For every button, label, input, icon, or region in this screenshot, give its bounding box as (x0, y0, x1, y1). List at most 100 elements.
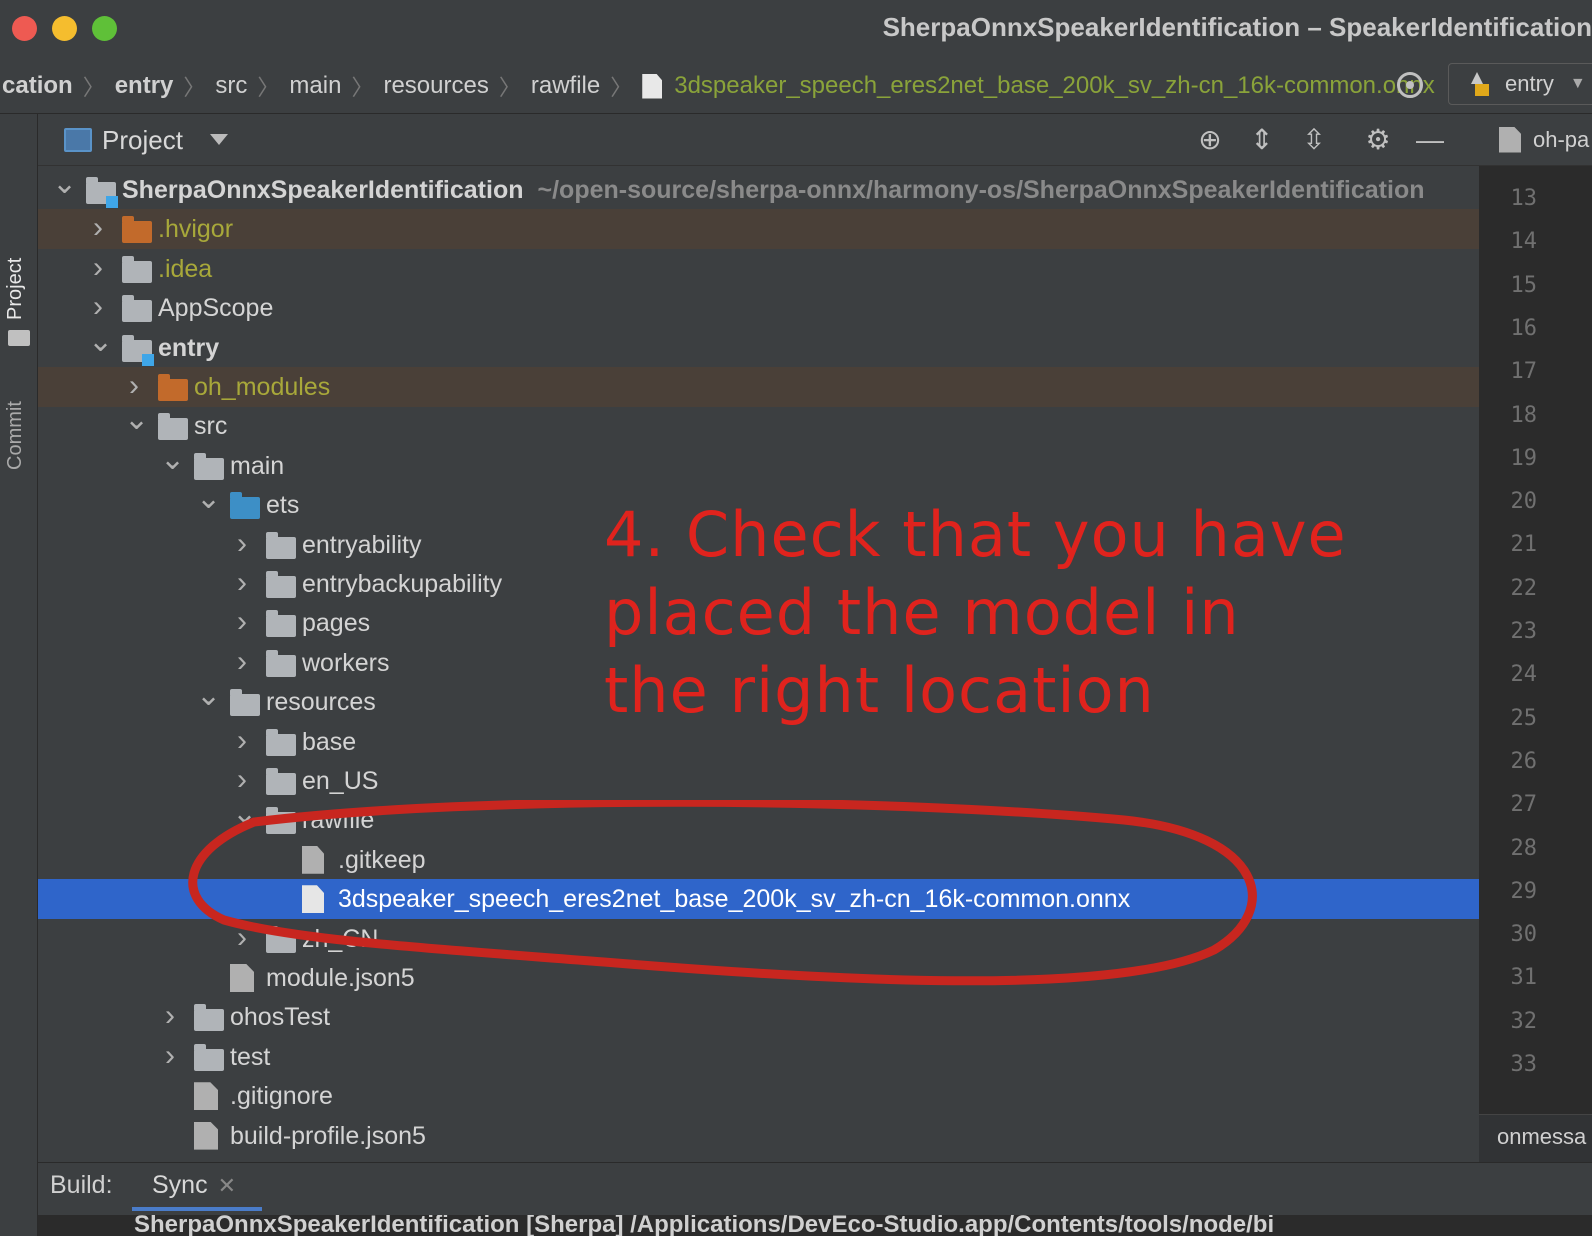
source-folder-icon (230, 492, 260, 520)
chevron-right-icon[interactable]: › (232, 607, 252, 637)
chevron-right-icon: 〉 (351, 75, 374, 100)
build-tab-label: Sync (152, 1171, 208, 1199)
chevron-down-icon[interactable] (210, 134, 228, 145)
chevron-right-icon[interactable]: › (160, 1001, 180, 1031)
breadcrumb-item[interactable]: rawfile (525, 72, 606, 100)
left-tool-strip: Project Commit (0, 114, 38, 1236)
excluded-folder-icon (158, 374, 188, 401)
navigation-bar: cation 〉 entry 〉 src 〉 main 〉 resources 〉 raw… (0, 56, 1592, 114)
chevron-right-icon: 〉 (82, 75, 105, 100)
tree-item[interactable]: ⌄ src (38, 405, 1479, 446)
editor-area: oh-pa 13 14 15 16 17 18 19 20 21 22 23 24 25 26 27 28 29… (1479, 114, 1592, 1162)
chevron-right-icon[interactable]: › (160, 1040, 180, 1070)
tree-item[interactable]: › AppScope (38, 288, 1479, 328)
tree-item[interactable]: module.json5 (38, 958, 1479, 998)
tree-item[interactable]: › oh_modules (38, 367, 1479, 407)
line-number: 21 (1510, 532, 1538, 558)
breadcrumb-item[interactable]: entry (109, 72, 180, 100)
breadcrumb-file[interactable]: 3dspeaker_speech_eres2net_base_200k_sv_z… (636, 72, 1441, 100)
json-file-icon (230, 964, 254, 992)
tree-item[interactable]: ⌄ SherpaOnnxSpeakerIdentification ~/open-s… (38, 169, 1479, 210)
tree-item[interactable]: .gitkeep (38, 840, 1479, 880)
chevron-right-icon[interactable]: › (232, 725, 252, 755)
tool-tab-commit[interactable]: Commit (4, 401, 27, 470)
gitignore-file-icon (194, 1082, 218, 1111)
tree-item[interactable]: › .idea (38, 249, 1479, 289)
folder-icon (194, 1043, 224, 1071)
file-icon (302, 885, 324, 914)
chevron-right-icon[interactable]: › (232, 765, 252, 795)
hide-panel-icon[interactable]: — (1414, 124, 1446, 156)
tree-item[interactable]: ⌄ rawfile (38, 799, 1479, 840)
chevron-down-icon[interactable]: ⌄ (124, 405, 149, 435)
minimize-window-button[interactable] (52, 16, 77, 41)
chevron-right-icon[interactable]: › (232, 646, 252, 676)
breadcrumb-file-label: 3dspeaker_speech_eres2net_base_200k_sv_z… (674, 72, 1435, 99)
close-icon[interactable]: ✕ (218, 1173, 236, 1198)
folder-icon (194, 452, 224, 480)
line-number: 24 (1510, 662, 1538, 688)
chevron-down-icon[interactable]: ⌄ (196, 681, 221, 711)
chevron-right-icon[interactable]: › (232, 568, 252, 598)
tree-item[interactable]: build-profile.json5 (38, 1116, 1479, 1156)
gear-icon[interactable]: ⚙ (1362, 124, 1394, 156)
tree-item[interactable]: .gitignore (38, 1076, 1479, 1116)
chevron-right-icon: 〉 (610, 75, 633, 100)
chevron-right-icon[interactable]: › (88, 292, 108, 322)
tree-item-label: .hvigor (158, 215, 234, 244)
build-tool-window: Build: Sync ✕ SherpaOnnxSpeakerIdentifica… (38, 1162, 1592, 1236)
chevron-down-icon[interactable]: ⌄ (52, 169, 77, 199)
chevron-down-icon[interactable]: ⌄ (196, 484, 221, 514)
tree-item-label: module.json5 (266, 964, 415, 992)
tree-item[interactable]: 3dspeaker_speech_eres2net_base_200k_sv_z… (38, 879, 1479, 920)
breadcrumb-item[interactable]: main (283, 72, 347, 100)
chevron-right-icon: 〉 (498, 75, 521, 100)
tree-item[interactable]: › test (38, 1037, 1479, 1077)
tool-tab-project[interactable]: Project (4, 258, 27, 320)
close-window-button[interactable] (12, 16, 37, 41)
title-bar: SherpaOnnxSpeakerIdentification – Speake… (0, 0, 1592, 56)
line-number: 17 (1510, 359, 1538, 385)
tree-item[interactable]: › zh_CN (38, 919, 1479, 959)
editor-tab[interactable]: oh-pa (1479, 114, 1592, 166)
line-number: 15 (1510, 272, 1538, 298)
project-view-title[interactable]: Project (102, 125, 183, 156)
chevron-right-icon[interactable]: › (124, 371, 144, 401)
breadcrumb-item[interactable]: cation (0, 72, 79, 100)
expand-all-icon[interactable]: ⇕ (1246, 124, 1278, 156)
tree-item[interactable]: › en_US (38, 761, 1479, 801)
chevron-right-icon[interactable]: › (88, 252, 108, 282)
line-number: 23 (1510, 619, 1538, 644)
tree-item[interactable]: › ohosTest (38, 997, 1479, 1037)
chevron-right-icon[interactable]: › (232, 528, 252, 558)
folder-icon (8, 330, 30, 346)
build-tab-sync[interactable]: Sync ✕ (152, 1171, 236, 1200)
zoom-window-button[interactable] (92, 16, 117, 41)
chevron-right-icon[interactable]: › (232, 922, 252, 952)
line-number: 16 (1510, 315, 1538, 341)
text-file-icon (302, 845, 324, 874)
collapse-all-icon[interactable]: ⇳ (1298, 124, 1330, 156)
editor-breadcrumb[interactable]: onmessa (1479, 1114, 1592, 1162)
tree-item[interactable]: ⌄ entry (38, 326, 1479, 368)
annotation-text: 4. Check that you have placed the model … (604, 498, 1347, 727)
tree-item[interactable]: ⌄ main (38, 444, 1479, 486)
tree-item[interactable]: › .hvigor (38, 209, 1479, 250)
locate-target-icon[interactable] (1397, 72, 1423, 98)
tree-item-label: base (302, 727, 357, 756)
breadcrumb-item[interactable]: src (209, 72, 253, 100)
line-number: 22 (1510, 575, 1538, 601)
run-config-selector[interactable]: entry ▼ (1448, 63, 1592, 105)
chevron-down-icon[interactable]: ⌄ (88, 326, 113, 356)
breadcrumb: cation 〉 entry 〉 src 〉 main 〉 resources 〉 raw… (0, 70, 1441, 102)
chevron-down-icon[interactable]: ⌄ (160, 444, 185, 474)
breadcrumb-item[interactable]: resources (377, 72, 494, 100)
select-opened-file-icon[interactable]: ⊕ (1194, 124, 1226, 156)
chevron-down-icon[interactable]: ⌄ (232, 799, 257, 829)
folder-icon (122, 255, 152, 283)
chevron-right-icon[interactable]: › (88, 213, 108, 243)
module-folder-icon (122, 334, 154, 366)
window-title: SherpaOnnxSpeakerIdentification – Speake… (882, 12, 1592, 42)
line-number: 19 (1510, 445, 1538, 471)
tree-item-label: main (230, 451, 285, 480)
